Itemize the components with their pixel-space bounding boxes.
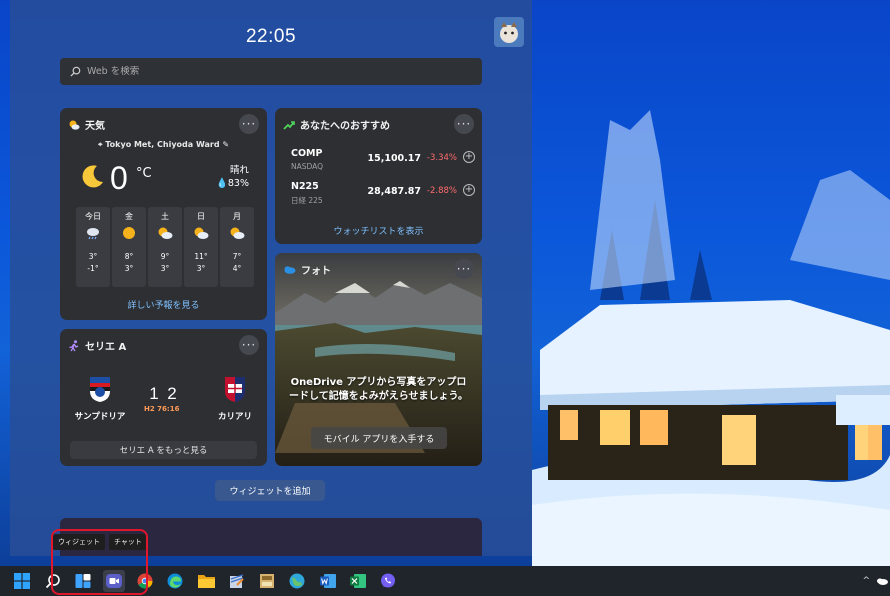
cagliari-crest-icon [225, 377, 245, 402]
viber-icon [381, 573, 395, 588]
forecast-day[interactable]: 土 9° 3° [148, 207, 182, 287]
weather-widget[interactable]: 天気 ··· ⌖ Tokyo Met, Chiyoda Ward ✎ 0 °C … [60, 108, 267, 320]
weather-condition: 晴れ [229, 165, 249, 176]
forecast-day[interactable]: 金 8° 3° [112, 207, 146, 287]
stocks-more-button[interactable]: ··· [454, 114, 474, 134]
search-icon [70, 66, 81, 77]
match-score: 12 [145, 384, 181, 404]
onedrive-cloud-icon [284, 266, 296, 274]
forecast-day[interactable]: 月 7° 4° [220, 207, 254, 287]
web-search-box[interactable] [60, 58, 482, 85]
more-serie-a-button[interactable]: セリエ A をもっと見る [70, 441, 257, 459]
trending-up-icon [283, 120, 295, 130]
archive-icon [260, 574, 274, 588]
partly-sunny-icon [230, 227, 245, 239]
forecast-day[interactable]: 日 11° 3° [184, 207, 218, 287]
stock-row[interactable]: COMP NASDAQ 15,100.17 -3.34% + [291, 148, 475, 176]
edge-button[interactable] [164, 570, 186, 592]
partly-sunny-icon [158, 227, 173, 239]
home-team[interactable]: サンプドリア [70, 375, 130, 422]
away-team[interactable]: カリアリ [205, 375, 265, 422]
add-to-watchlist-icon[interactable]: + [463, 151, 475, 163]
windows-logo-icon [14, 573, 30, 589]
start-button[interactable] [11, 570, 33, 592]
temperature-unit[interactable]: °C [136, 166, 152, 181]
archive-app-button[interactable] [256, 570, 278, 592]
photos-widget[interactable]: フォト ··· OneDrive アプリから写真をアップロードして記憶をよみがえ… [275, 253, 482, 466]
serie-a-more-button[interactable]: ··· [239, 335, 259, 355]
serie-a-title: セリエ A [85, 342, 127, 353]
away-score: 2 [167, 384, 177, 403]
weather-location[interactable]: Tokyo Met, Chiyoda Ward [105, 140, 219, 149]
excel-button[interactable] [347, 570, 369, 592]
running-person-icon [69, 339, 79, 351]
match-period: H2 76:16 [144, 405, 180, 413]
photos-more-button[interactable]: ··· [454, 259, 474, 279]
network-app-button[interactable] [286, 570, 308, 592]
current-temperature: 0 [110, 160, 128, 196]
get-mobile-app-button[interactable]: モバイル アプリを入手する [311, 427, 447, 449]
stocks-title: あなたへのおすすめ [300, 121, 390, 132]
weather-title: 天気 [85, 121, 105, 132]
partly-sunny-icon [194, 227, 209, 239]
watchlist-link[interactable]: ウォッチリストを表示 [275, 224, 482, 237]
folder-icon [197, 575, 215, 588]
widgets-panel: 22:05 天気 ··· ⌖ Tokyo Met, Chiyoda Ward ✎… [10, 0, 532, 556]
forecast-days: 今日 3° -1° 金 8° 3° 土 9° 3° 日 11° 3° 月 7° … [76, 207, 254, 287]
serie-a-widget[interactable]: セリエ A ··· サンプドリア 12 H2 76:16 カリアリ セリエ A … [60, 329, 267, 466]
moon-icon [82, 165, 103, 188]
excel-icon [350, 574, 366, 588]
viber-button[interactable] [377, 570, 399, 592]
notepad-icon [230, 574, 244, 588]
sun-icon [123, 227, 135, 239]
humidity-drop-icon: 💧 [216, 178, 228, 189]
onedrive-promo-text: OneDrive アプリから写真をアップロードして記憶をよみがえらせましょう。 [289, 377, 468, 402]
home-score: 1 [149, 384, 159, 403]
word-icon [320, 574, 336, 588]
partly-sunny-icon [69, 120, 80, 130]
sampdoria-crest-icon [90, 377, 110, 402]
stock-row[interactable]: N225 日経 225 28,487.87 -2.88% + [291, 181, 475, 209]
onedrive-cloud-icon[interactable] [876, 577, 888, 585]
word-button[interactable] [317, 570, 339, 592]
annotation-highlight-box [51, 529, 148, 595]
search-input[interactable] [87, 66, 447, 77]
add-widgets-button[interactable]: ウィジェットを追加 [215, 480, 325, 501]
add-to-watchlist-icon[interactable]: + [463, 184, 475, 196]
globe-icon [289, 573, 305, 589]
location-pin-icon: ⌖ [97, 140, 103, 149]
cloud-rain-icon [87, 228, 99, 240]
forecast-day[interactable]: 今日 3° -1° [76, 207, 110, 287]
photos-title: フォト [301, 266, 331, 277]
weather-more-button[interactable]: ··· [239, 114, 259, 134]
detailed-forecast-link[interactable]: 詳しい予報を見る [60, 298, 267, 311]
panel-clock: 22:05 [245, 26, 297, 47]
notes-app-button[interactable] [225, 570, 247, 592]
humidity-value: 83% [227, 178, 249, 189]
system-tray: ^ [856, 566, 890, 596]
user-avatar[interactable] [494, 17, 524, 47]
edit-pencil-icon[interactable]: ✎ [222, 140, 229, 149]
file-explorer-button[interactable] [195, 570, 217, 592]
edge-icon [167, 573, 183, 589]
chevron-up-icon[interactable]: ^ [862, 576, 870, 586]
stocks-widget[interactable]: あなたへのおすすめ ··· COMP NASDAQ 15,100.17 -3.3… [275, 108, 482, 244]
